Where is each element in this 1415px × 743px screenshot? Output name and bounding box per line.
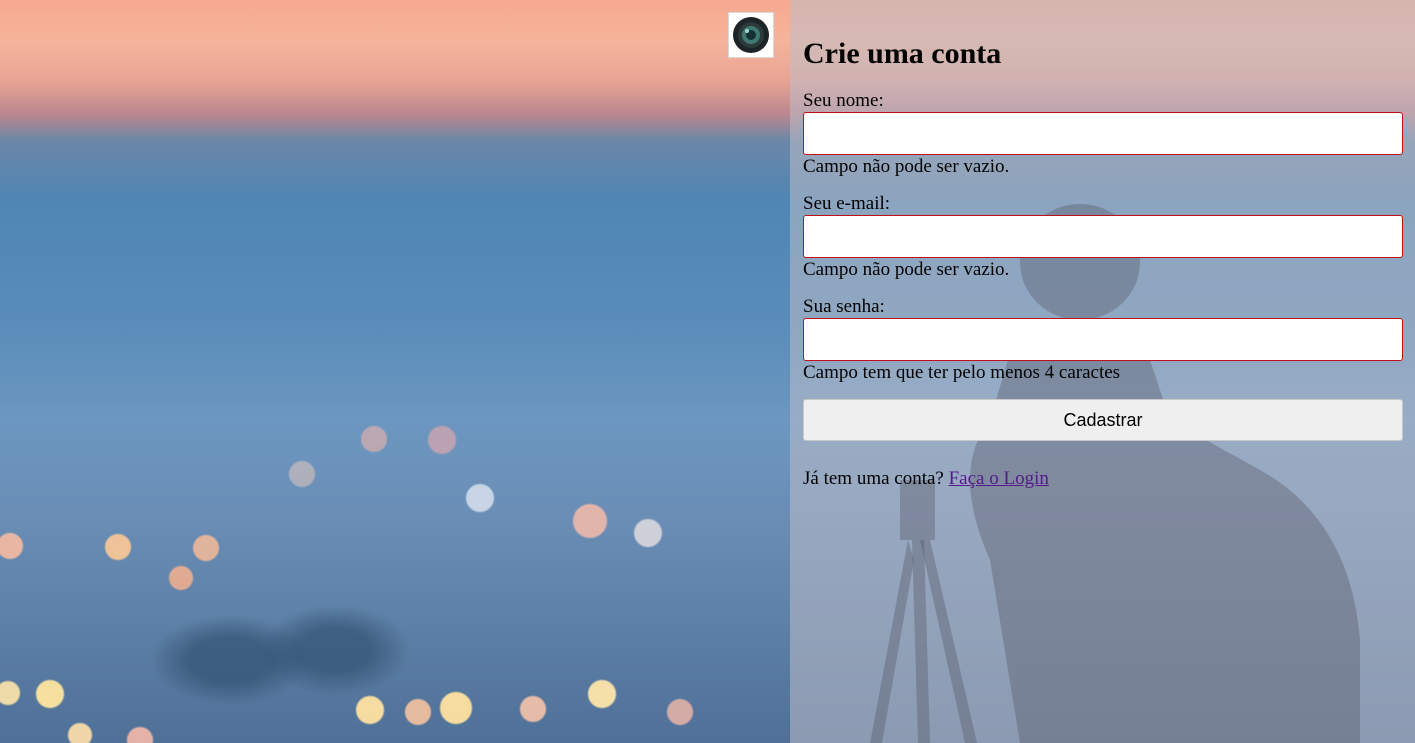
camera-lens-icon (733, 17, 769, 53)
password-input[interactable] (803, 318, 1403, 361)
email-error-message: Campo não pode ser vazio. (803, 259, 1010, 280)
form-title: Crie uma conta (803, 37, 1002, 70)
email-field-group: Seu e-mail: Campo não pode ser vazio. (803, 193, 1403, 282)
password-field-group: Sua senha: Campo tem que ter pelo menos … (803, 296, 1403, 385)
name-input[interactable] (803, 112, 1403, 155)
name-field-group: Seu nome: Campo não pode ser vazio. (803, 90, 1403, 179)
login-link[interactable]: Faça o Login (949, 468, 1049, 489)
name-error-message: Campo não pode ser vazio. (803, 156, 1010, 177)
password-label: Sua senha: (803, 296, 885, 317)
app-logo[interactable] (728, 12, 774, 58)
signup-form: Crie uma conta Seu nome: Campo não pode … (803, 28, 1403, 491)
password-error-message: Campo tem que ter pelo menos 4 caractes (803, 362, 1121, 383)
login-prompt-text: Já tem uma conta? (803, 468, 944, 489)
submit-button[interactable]: Cadastrar (803, 399, 1403, 441)
name-label: Seu nome: (803, 90, 884, 111)
email-label: Seu e-mail: (803, 193, 891, 214)
signup-page: Crie uma conta Seu nome: Campo não pode … (0, 0, 1415, 743)
login-prompt: Já tem uma conta? Faça o Login (803, 467, 1403, 491)
email-input[interactable] (803, 215, 1403, 258)
